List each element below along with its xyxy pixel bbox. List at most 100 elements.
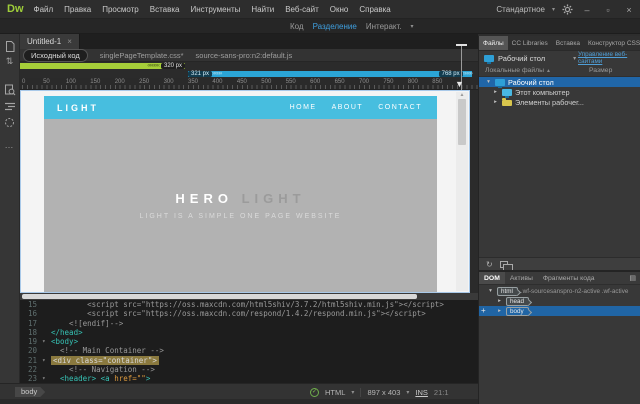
media-query-green-label: 320 px: [161, 63, 185, 69]
live-code-inspect-icon[interactable]: [4, 84, 16, 96]
file-tree-label: Элементы рабочег...: [515, 98, 584, 107]
menu-item[interactable]: Найти: [251, 5, 274, 14]
menu-item[interactable]: Инструменты: [190, 5, 240, 14]
tab-close-icon[interactable]: ×: [67, 37, 72, 46]
view-mode-caret-icon[interactable]: ▾: [411, 23, 414, 30]
view-mode-button[interactable]: Код: [290, 22, 304, 31]
scrubber-drag-handle[interactable]: ▼: [455, 79, 464, 89]
select-target-icon[interactable]: [4, 117, 15, 128]
file-management-icon[interactable]: ⇅: [0, 56, 19, 66]
site-selector[interactable]: Рабочий стол: [498, 54, 545, 63]
menu-item[interactable]: Веб-сайт: [285, 5, 319, 14]
maximize-button[interactable]: ▫: [601, 3, 615, 17]
design-nav-link[interactable]: HOME: [290, 104, 317, 111]
doc-type-caret-icon[interactable]: ▾: [351, 389, 354, 396]
file-tree-item[interactable]: ▾ Рабочий стол: [479, 77, 640, 87]
scrubber-top-handle[interactable]: [456, 44, 467, 46]
tree-caret-icon[interactable]: ▾: [485, 79, 492, 85]
tree-caret-icon[interactable]: ▸: [492, 89, 499, 95]
code-line[interactable]: 19▾<body>: [20, 337, 478, 346]
related-file[interactable]: singlePageTemplate.css*: [100, 51, 184, 60]
panel-tab[interactable]: Вставка: [552, 36, 584, 50]
tree-caret-icon[interactable]: ▸: [496, 298, 503, 304]
tree-caret-icon[interactable]: ▸: [496, 308, 503, 314]
code-line[interactable]: 17 <![endif]-->: [20, 319, 478, 328]
code-line[interactable]: 18 </head>: [20, 328, 478, 337]
code-view[interactable]: 15 <script src="https://oss.maxcdn.com/h…: [20, 300, 478, 383]
dom-tree-node[interactable]: + ▸body: [479, 306, 640, 316]
scroll-up-icon[interactable]: ▲: [456, 92, 468, 98]
local-files-column[interactable]: Локальные файлы: [485, 67, 544, 74]
menu-item[interactable]: Правка: [64, 5, 91, 14]
scrollbar-thumb[interactable]: [458, 99, 466, 145]
panel-tab[interactable]: DOM: [479, 272, 505, 284]
add-element-button[interactable]: +: [481, 307, 486, 315]
menu-item[interactable]: Вставка: [150, 5, 180, 14]
panel-tab[interactable]: Файлы: [479, 36, 508, 50]
file-tree-item[interactable]: ▸ Элементы рабочег...: [479, 97, 640, 107]
window-size-selector[interactable]: 897 x 403: [367, 388, 400, 397]
size-column[interactable]: Размер: [589, 67, 612, 74]
panel-tab[interactable]: CC Libraries: [508, 36, 552, 50]
related-file[interactable]: source-sans-pro:n2:default.js: [196, 51, 293, 60]
dom-tag-pill[interactable]: head: [506, 297, 529, 306]
workspace-caret-icon[interactable]: ▾: [552, 6, 555, 13]
view-mode-button[interactable]: Интеракт.: [366, 22, 402, 31]
menu-item[interactable]: Просмотр: [102, 5, 139, 14]
view-mode-button[interactable]: Разделение: [313, 22, 357, 31]
code-line[interactable]: 23▾ <header> <a href="">: [20, 374, 478, 383]
more-options-icon[interactable]: …: [0, 140, 19, 150]
design-horizontal-scrollbar[interactable]: [20, 293, 478, 300]
site-selector-caret-icon[interactable]: ▾: [573, 55, 576, 62]
open-documents-icon[interactable]: [4, 40, 16, 53]
doc-type-selector[interactable]: HTML: [325, 388, 345, 397]
panel-menu-icon[interactable]: ▤: [625, 272, 640, 284]
related-file[interactable]: Исходный код: [23, 49, 88, 62]
scrollbar-thumb[interactable]: [22, 294, 417, 299]
dom-tag-pill[interactable]: html: [497, 287, 518, 296]
panel-tab[interactable]: Фрагменты кода: [538, 272, 600, 284]
code-line[interactable]: 16 <script src="https://oss.maxcdn.com/r…: [20, 309, 478, 318]
media-query-green-segment[interactable]: ««««« 320 px: [20, 63, 185, 69]
tree-caret-icon[interactable]: ▸: [492, 99, 499, 105]
menu-item[interactable]: Файл: [34, 5, 54, 14]
file-sync-icon[interactable]: [500, 261, 508, 268]
code-line[interactable]: 21▾<div class="container">: [20, 356, 478, 365]
panel-tab[interactable]: Конструктор CSS: [584, 36, 640, 50]
format-source-icon[interactable]: [4, 102, 16, 111]
close-button[interactable]: ×: [622, 3, 636, 17]
right-panel: ФайлыCC LibrariesВставкаКонструктор CSS≡…: [478, 36, 640, 404]
minimize-button[interactable]: –: [580, 3, 594, 17]
fold-toggle-icon[interactable]: ▾: [42, 374, 51, 383]
menu-item[interactable]: Справка: [359, 5, 390, 14]
fold-toggle-icon[interactable]: ▾: [42, 337, 51, 346]
tag-selector[interactable]: body: [15, 387, 45, 397]
tree-caret-icon[interactable]: ▾: [487, 288, 494, 294]
sync-settings-icon[interactable]: [562, 4, 573, 15]
workspace-switcher[interactable]: Стандартное: [496, 5, 545, 14]
code-line[interactable]: 15 <script src="https://oss.maxcdn.com/h…: [20, 300, 478, 309]
file-tree-label: Рабочий стол: [508, 78, 554, 87]
code-line[interactable]: 22 <!-- Navigation -->: [20, 365, 478, 374]
design-nav-link[interactable]: ABOUT: [332, 104, 364, 111]
design-nav-link[interactable]: CONTACT: [378, 104, 422, 111]
menu-item[interactable]: Окно: [330, 5, 349, 14]
dom-tree-node[interactable]: ▸head: [479, 296, 640, 306]
document-tab[interactable]: Untitled-1 ×: [20, 34, 80, 49]
refresh-icon[interactable]: ↻: [486, 260, 493, 269]
media-query-blue-segment[interactable]: 321 px »»»» 768 px »»»»: [188, 71, 472, 77]
design-nav: HOME ABOUT CONTACT: [290, 104, 422, 111]
design-site-logo[interactable]: LIGHT: [57, 103, 99, 113]
file-tree-item[interactable]: ▸Этот компьютер: [479, 87, 640, 97]
dom-tree-node[interactable]: ▾html.wf-sourcesanspro-n2-active .wf-act…: [479, 286, 640, 296]
line-number: 21: [20, 356, 42, 365]
design-vertical-scrollbar[interactable]: ▲: [456, 92, 468, 291]
manage-sites-link[interactable]: Управление веб-сайтами: [578, 51, 634, 65]
panel-tab[interactable]: Активы: [505, 272, 538, 284]
line-number: 22: [20, 365, 42, 374]
fold-toggle-icon[interactable]: ▾: [42, 356, 51, 365]
code-line[interactable]: 20 <!-- Main Container -->: [20, 346, 478, 355]
insert-mode-indicator[interactable]: INS: [415, 388, 428, 397]
dom-tag-pill[interactable]: body: [506, 307, 529, 316]
window-size-caret-icon[interactable]: ▾: [406, 389, 409, 396]
